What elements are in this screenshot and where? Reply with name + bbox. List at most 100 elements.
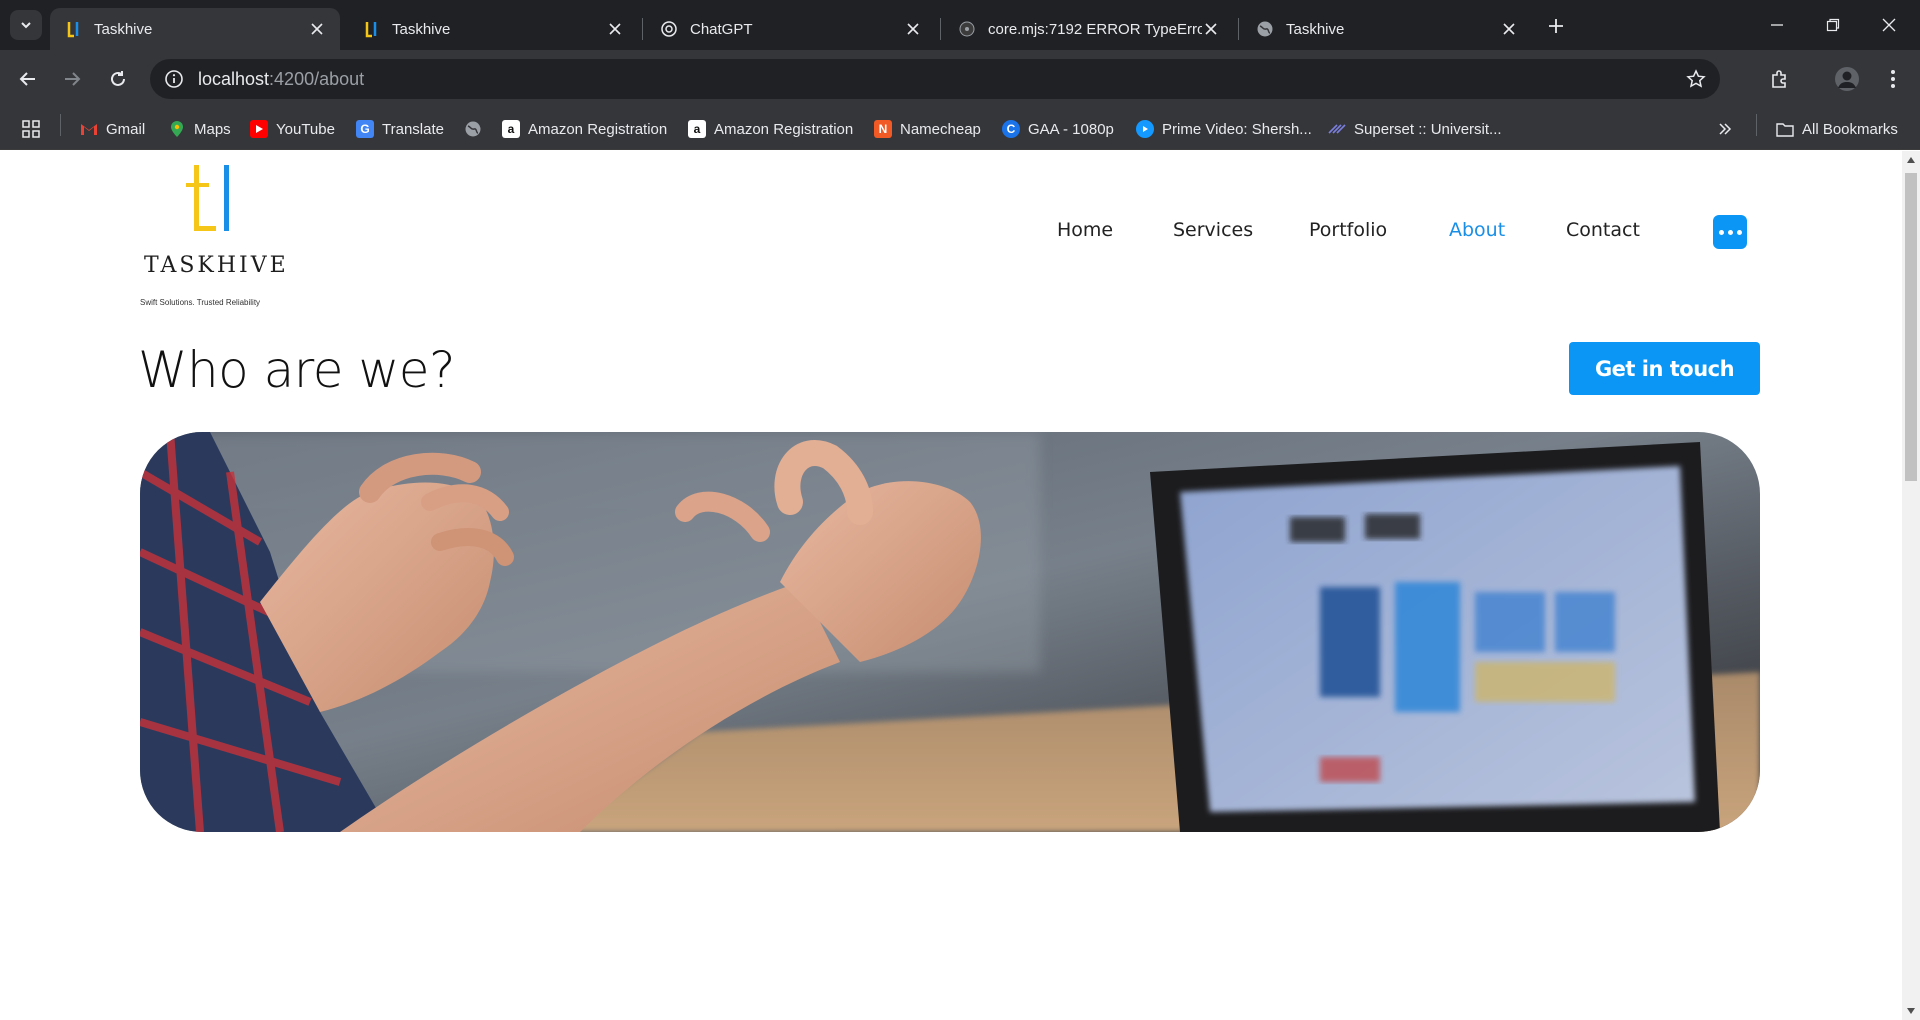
bookmark-label: Gmail [106, 120, 146, 138]
dot-icon [1736, 229, 1742, 235]
reload-icon [111, 71, 125, 86]
bookmark-prime-video[interactable]: Prime Video: Shersh... [1136, 118, 1312, 140]
nav-contact[interactable]: Contact [1566, 219, 1640, 241]
tab-core-error[interactable]: core.mjs:7192 ERROR TypeError [944, 8, 1234, 50]
chevron-down-icon [21, 22, 31, 29]
triangle-up-icon [1907, 157, 1915, 163]
tab-separator [642, 18, 643, 40]
bookmark-translate[interactable]: G Translate [356, 118, 444, 140]
taskhive-favicon-icon [64, 20, 82, 38]
nav-portfolio[interactable]: Portfolio [1309, 219, 1387, 241]
gaa-icon: C [1002, 120, 1020, 138]
dot-icon [1727, 229, 1733, 235]
browser-menu-button[interactable] [1878, 64, 1908, 94]
bookmark-maps[interactable]: Maps [168, 118, 231, 140]
dot-icon [1718, 229, 1724, 235]
more-menu-button[interactable] [1713, 215, 1747, 249]
triangle-down-icon [1907, 1008, 1915, 1014]
tab-taskhive-2[interactable]: Taskhive [348, 8, 638, 50]
kebab-menu-icon [1891, 70, 1895, 88]
address-bar[interactable]: localhost:4200/about [150, 59, 1720, 99]
apps-grid-icon [22, 120, 40, 138]
close-icon[interactable] [1500, 20, 1518, 38]
arrow-right-icon [65, 72, 81, 86]
bookmark-youtube[interactable]: YouTube [250, 118, 335, 140]
web-page: TASKHIVE Swift Solutions. Trusted Reliab… [0, 151, 1902, 1020]
extensions-button[interactable] [1765, 64, 1795, 94]
site-logo[interactable]: TASKHIVE Swift Solutions. Trusted Reliab… [138, 165, 289, 307]
page-title: Who are we? [138, 341, 456, 399]
address-url[interactable]: localhost:4200/about [198, 69, 364, 90]
maps-icon [168, 120, 186, 138]
close-icon [1882, 18, 1896, 32]
angular-icon [958, 20, 976, 38]
apps-button[interactable] [22, 118, 40, 140]
double-chevron-right-icon [1719, 123, 1732, 135]
tab-title: Taskhive [94, 20, 153, 38]
new-tab-button[interactable] [1542, 12, 1570, 40]
minimize-icon [1771, 24, 1783, 26]
taskhive-logo-mark [186, 165, 229, 231]
hero-photo [140, 432, 1760, 832]
tab-title: Taskhive [1286, 20, 1345, 38]
close-icon[interactable] [1202, 20, 1220, 38]
bookmark-label: Namecheap [900, 120, 981, 138]
profile-avatar[interactable] [1832, 64, 1862, 94]
scrollbar-thumb[interactable] [1905, 173, 1917, 481]
bookmark-gaa[interactable]: C GAA - 1080p [1002, 118, 1114, 140]
close-icon[interactable] [904, 20, 922, 38]
bookmark-label: Amazon Registration [528, 120, 668, 138]
avatar-icon [1835, 67, 1859, 91]
browser-toolbar: localhost:4200/about [0, 50, 1920, 108]
prime-video-icon [1136, 120, 1154, 138]
close-icon[interactable] [606, 20, 624, 38]
tab-taskhive-active[interactable]: Taskhive [50, 8, 340, 50]
tab-taskhive-3[interactable]: Taskhive [1242, 8, 1532, 50]
nav-services[interactable]: Services [1173, 219, 1253, 241]
bookmark-superset[interactable]: Superset :: Universit... [1328, 118, 1502, 140]
tab-title: ChatGPT [690, 20, 753, 38]
bookmark-label: Maps [194, 120, 231, 138]
nav-about[interactable]: About [1449, 219, 1505, 241]
brand-name: TASKHIVE [144, 253, 289, 278]
puzzle-icon [1772, 70, 1786, 88]
translate-icon: G [356, 120, 374, 138]
forward-button[interactable] [56, 63, 88, 95]
url-path: :4200/about [269, 68, 365, 89]
tab-chatgpt[interactable]: ChatGPT [646, 8, 936, 50]
bookmark-gmail[interactable]: Gmail [80, 118, 145, 140]
bookmark-star-icon[interactable] [1686, 69, 1706, 89]
hero-image [140, 432, 1760, 832]
reload-button[interactable] [102, 63, 134, 95]
more-bookmarks-button[interactable] [1718, 118, 1732, 140]
nav-home[interactable]: Home [1057, 219, 1113, 241]
bookmark-label: Translate [382, 120, 444, 138]
bookmark-amazon-registration-1[interactable]: a Amazon Registration [502, 118, 667, 140]
back-button[interactable] [12, 63, 44, 95]
bookmark-namecheap[interactable]: N Namecheap [874, 118, 981, 140]
bookmark-amazon-registration-2[interactable]: a Amazon Registration [688, 118, 853, 140]
taskhive-favicon-icon [362, 20, 380, 38]
restore-button[interactable] [1818, 12, 1848, 38]
bookmark-globe[interactable] [464, 118, 490, 140]
brand-tagline: Swift Solutions. Trusted Reliability [140, 298, 261, 307]
scroll-up-arrow[interactable] [1905, 153, 1917, 167]
plus-icon [1549, 19, 1563, 33]
scroll-down-arrow[interactable] [1905, 1004, 1917, 1018]
bookmarks-separator [60, 114, 61, 136]
tab-title: Taskhive [392, 20, 451, 38]
tab-separator [940, 18, 941, 40]
gmail-icon [80, 120, 98, 138]
all-bookmarks-button[interactable]: All Bookmarks [1776, 118, 1898, 140]
close-icon[interactable] [308, 20, 326, 38]
amazon-icon: a [688, 120, 706, 138]
tab-search-button[interactable] [10, 10, 42, 40]
get-in-touch-button[interactable]: Get in touch [1569, 342, 1760, 395]
bookmark-label: Amazon Registration [714, 120, 854, 138]
browser-tab-bar: Taskhive Taskhive ChatGPT core.mjs:7192 … [0, 0, 1920, 50]
window-close-button[interactable] [1874, 12, 1904, 38]
minimize-button[interactable] [1762, 12, 1792, 38]
bookmark-label: Superset :: Universit... [1354, 120, 1502, 138]
site-info-icon[interactable] [164, 69, 184, 89]
youtube-icon [250, 120, 268, 138]
